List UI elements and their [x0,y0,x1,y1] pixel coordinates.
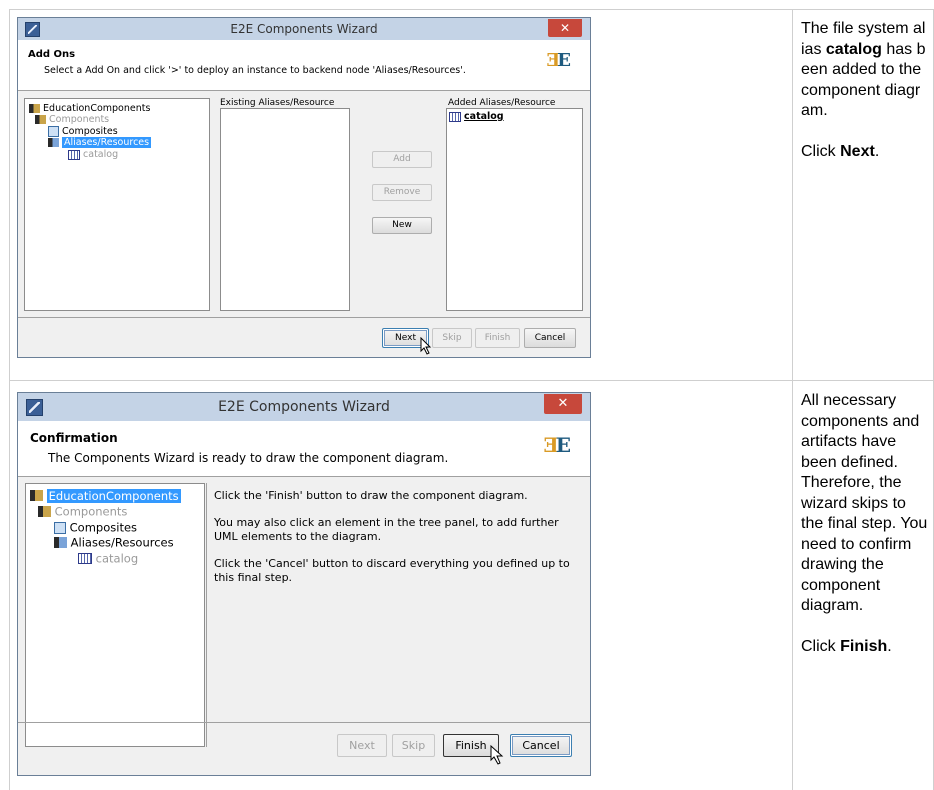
e2e-logo: ƎE [543,433,572,457]
mouse-cursor-icon [420,337,432,355]
cancel-button[interactable]: Cancel [510,734,572,757]
tree-node-composites[interactable]: Composites [48,126,118,137]
window-title: E2E Components Wizard [230,22,378,36]
tree-node-aliases[interactable]: Aliases/Resources [48,137,152,148]
window-title: E2E Components Wizard [218,399,390,415]
added-aliases-list[interactable]: catalog [446,108,583,311]
existing-list-label: Existing Aliases/Resource [220,98,335,108]
wizard-window-add-ons: E2E Components Wizard ✕ Add Ons Select a… [17,17,591,358]
footer-divider [18,722,590,723]
components-icon [35,115,46,124]
wizard-window-confirmation: E2E Components Wizard ✕ Confirmation The… [17,392,591,776]
aliases-icon [54,537,67,548]
cancel-button[interactable]: Cancel [524,328,576,348]
remove-button[interactable]: Remove [372,184,432,201]
catalog-icon [68,149,80,160]
package-icon [29,104,40,113]
close-icon: ✕ [559,21,571,35]
new-button[interactable]: New [372,217,432,234]
table-top-border [9,9,934,10]
tree-node-catalog[interactable]: catalog [68,149,118,160]
info-cancel: Click the 'Cancel' button to discard eve… [214,557,570,584]
step1-note: The file system alias catalog has been a… [801,20,926,160]
tree-node-composites[interactable]: Composites [54,520,137,535]
title-bar: E2E Components Wizard ✕ [18,18,590,40]
added-item-catalog[interactable]: catalog [449,111,504,122]
aliases-icon [48,138,59,147]
panel-divider [206,483,207,747]
close-button[interactable]: ✕ [544,394,582,414]
tree-node-aliases[interactable]: Aliases/Resources [54,535,174,550]
close-icon: ✕ [557,396,569,411]
skip-button[interactable]: Skip [392,734,435,757]
existing-aliases-list[interactable] [220,108,350,311]
mouse-cursor-icon [490,745,504,765]
close-button[interactable]: ✕ [548,19,582,37]
header-title: Add Ons [28,49,76,60]
skip-button[interactable]: Skip [432,328,472,348]
alias-name: catalog [825,40,882,58]
header-subtitle: Select a Add On and click '>' to deploy … [44,65,466,76]
finish-button[interactable]: Finish [475,328,520,348]
tree-node-catalog[interactable]: catalog [78,551,138,566]
tree-node-root[interactable]: EducationComponents [30,488,181,503]
next-button[interactable]: Next [337,734,387,757]
add-button[interactable]: Add [372,151,432,168]
tree-node-components[interactable]: Components [38,504,127,519]
wizard-header: Add Ons Select a Add On and click '>' to… [18,40,590,91]
info-finish: Click the 'Finish' button to draw the co… [214,489,528,502]
composite-icon [54,521,66,534]
composite-icon [48,126,59,137]
catalog-icon [78,553,92,564]
table-col-divider [792,9,793,790]
table-left-border [9,9,10,790]
step2-note: All necessary components and artifacts h… [801,392,928,655]
tree-node-components[interactable]: Components [35,114,109,125]
components-icon [38,506,51,517]
package-icon [30,490,43,501]
confirmation-info: Click the 'Finish' button to draw the co… [214,489,574,585]
added-list-label: Added Aliases/Resource [448,98,556,108]
table-row-divider [9,380,934,381]
tree-panel[interactable]: EducationComponents Components Composite… [24,98,210,311]
tree-node-root[interactable]: EducationComponents [29,103,150,114]
footer-divider [18,317,590,318]
e2e-logo: ƎE [546,50,571,71]
header-subtitle: The Components Wizard is ready to draw t… [48,451,449,465]
tree-panel[interactable]: EducationComponents Components Composite… [25,483,205,747]
info-tree: You may also click an element in the tre… [214,516,559,543]
wizard-header: Confirmation The Components Wizard is re… [18,421,590,477]
catalog-icon [449,111,461,122]
header-title: Confirmation [30,431,118,445]
title-bar: E2E Components Wizard ✕ [18,393,590,421]
